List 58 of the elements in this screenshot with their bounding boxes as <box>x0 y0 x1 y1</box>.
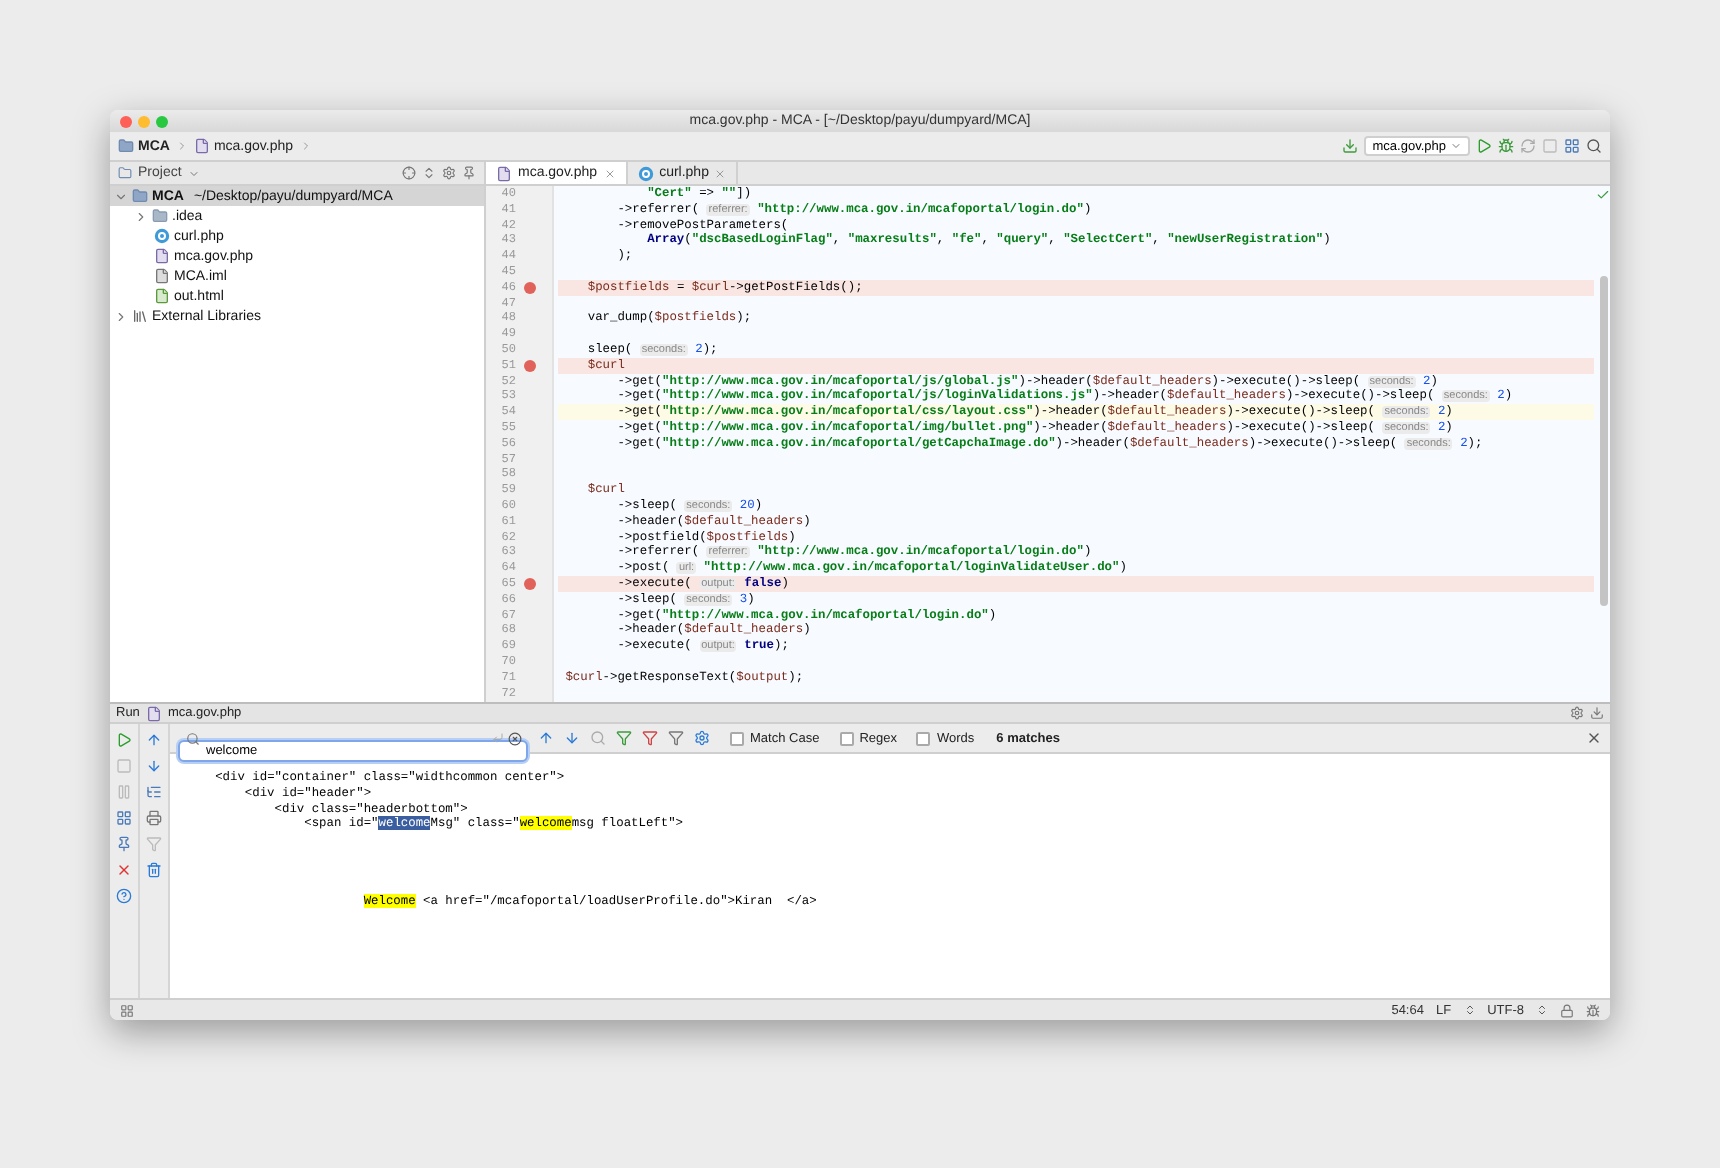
check-icon <box>1595 188 1609 202</box>
enter-icon <box>492 731 504 743</box>
file-icon <box>154 268 170 284</box>
pause-icon[interactable] <box>116 784 132 800</box>
arrow-up-icon[interactable] <box>146 732 162 748</box>
pin-icon[interactable] <box>462 166 476 180</box>
select-all-icon[interactable] <box>668 730 684 746</box>
class-icon <box>637 165 654 181</box>
layout-icon[interactable] <box>116 810 132 826</box>
settings-icon[interactable] <box>442 166 456 180</box>
breakpoint-icon[interactable] <box>524 359 536 372</box>
run-icon[interactable] <box>116 732 132 748</box>
library-icon <box>132 308 148 324</box>
trash-icon[interactable] <box>146 862 162 878</box>
scrollbar[interactable] <box>1600 276 1608 606</box>
find-icon[interactable] <box>590 730 606 746</box>
breakpoint-icon[interactable] <box>524 577 536 590</box>
panel-icon[interactable] <box>120 1003 134 1017</box>
print-icon[interactable] <box>146 810 162 826</box>
caret-icon[interactable] <box>187 167 200 179</box>
php-file-icon <box>193 138 210 154</box>
arrow-down-icon[interactable] <box>146 758 162 774</box>
add-occurrence-icon[interactable] <box>616 730 632 746</box>
pin-icon[interactable] <box>116 836 132 852</box>
inspector-icon[interactable] <box>1586 1003 1600 1017</box>
settings-icon[interactable] <box>1570 706 1584 720</box>
lock-icon[interactable] <box>1560 1003 1574 1017</box>
debug-icon[interactable] <box>1498 138 1514 154</box>
php-file-icon <box>154 248 170 264</box>
settings-icon[interactable] <box>694 730 710 746</box>
html-file-icon <box>154 288 170 304</box>
zoom-icon[interactable] <box>156 115 168 127</box>
arrow-up-icon[interactable] <box>538 730 554 746</box>
folder-icon <box>152 208 168 224</box>
caret-icon[interactable] <box>1450 140 1462 152</box>
folder-icon <box>132 188 148 204</box>
breakpoint-icon[interactable] <box>524 281 536 294</box>
filter-icon[interactable] <box>146 836 162 852</box>
clear-icon[interactable] <box>508 731 522 745</box>
run-icon[interactable] <box>1476 138 1492 154</box>
close-icon[interactable] <box>603 167 616 179</box>
close-icon[interactable] <box>116 862 132 878</box>
crosshair-icon[interactable] <box>402 166 416 180</box>
close-icon[interactable] <box>1586 730 1602 746</box>
wrap-icon[interactable] <box>146 784 162 800</box>
remove-occurrence-icon[interactable] <box>642 730 658 746</box>
hide-icon[interactable] <box>1590 706 1604 720</box>
help-icon[interactable] <box>116 888 132 904</box>
coverage-icon[interactable] <box>1520 138 1536 154</box>
structure-icon[interactable] <box>1564 138 1580 154</box>
class-icon <box>154 228 170 244</box>
download-icon[interactable] <box>1342 138 1359 154</box>
search-icon <box>186 731 200 745</box>
project-icon <box>118 166 132 180</box>
folder-icon <box>118 138 134 154</box>
search-icon[interactable] <box>1586 138 1602 154</box>
collapse-icon[interactable] <box>422 166 436 180</box>
arrow-down-icon[interactable] <box>564 730 580 746</box>
